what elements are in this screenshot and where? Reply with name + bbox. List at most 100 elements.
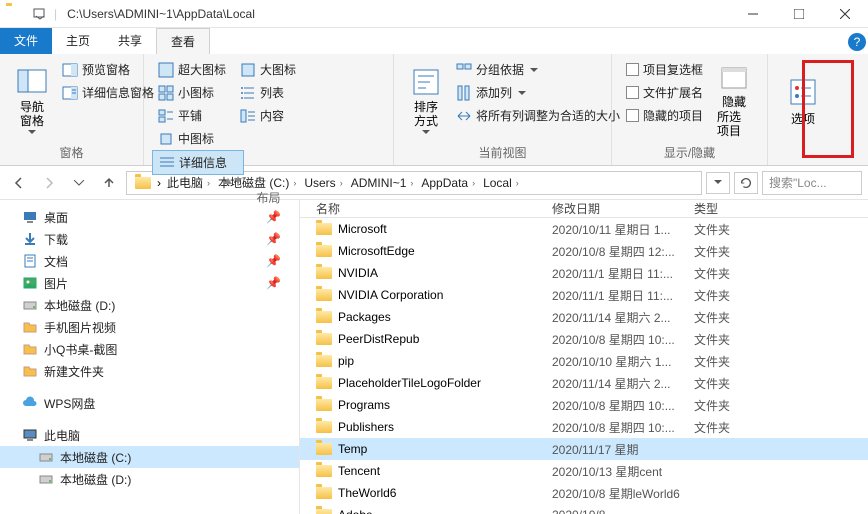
pic-icon xyxy=(22,275,38,291)
nav-quick-item[interactable]: 新建文件夹 xyxy=(0,360,299,382)
doc-icon xyxy=(22,253,38,269)
nav-pane-label: 导航窗格 xyxy=(16,100,48,129)
refresh-button[interactable] xyxy=(734,172,758,194)
layout-sm[interactable]: 小图标 xyxy=(152,81,234,104)
nav-pane-button[interactable]: 导航窗格 xyxy=(8,58,56,142)
groupby-button[interactable]: 分组依据 xyxy=(450,58,626,81)
file-row[interactable]: PlaceholderTileLogoFolder2020/11/14 星期六 … xyxy=(300,372,868,394)
chk-hidden[interactable]: 隐藏的项目 xyxy=(620,104,709,127)
tab-file[interactable]: 文件 xyxy=(0,28,52,54)
nav-quick-item[interactable]: 手机图片视频 xyxy=(0,316,299,338)
folder-icon xyxy=(135,177,151,189)
tab-home[interactable]: 主页 xyxy=(52,28,104,54)
group-label-currentview: 当前视图 xyxy=(402,142,603,163)
drive-icon xyxy=(38,449,54,465)
addcol-button[interactable]: 添加列 xyxy=(450,81,626,104)
nav-drive-item[interactable]: 本地磁盘 (C:) xyxy=(0,446,299,468)
chevron-right-icon[interactable]: › xyxy=(410,178,413,188)
file-row[interactable]: MicrosoftEdge2020/10/8 星期四 12:...文件夹 xyxy=(300,240,868,262)
column-headers[interactable]: 名称 修改日期 类型 xyxy=(300,200,868,218)
breadcrumb-item[interactable]: Local› xyxy=(479,174,523,191)
file-row[interactable]: Programs2020/10/8 星期四 10:...文件夹 xyxy=(300,394,868,416)
layout-scroll[interactable] xyxy=(152,175,244,187)
file-row[interactable]: Packages2020/11/14 星期六 2...文件夹 xyxy=(300,306,868,328)
navigation-pane[interactable]: 桌面📌下载📌文档📌图片📌本地磁盘 (D:)手机图片视频小Q书桌-截图新建文件夹 … xyxy=(0,200,300,514)
folder-icon xyxy=(316,399,332,411)
file-row[interactable]: Adobe2020/10/8 xyxy=(300,504,868,514)
nav-quick-item[interactable]: 文档📌 xyxy=(0,250,299,272)
layout-lg[interactable]: 大图标 xyxy=(234,58,302,81)
layout-tiles[interactable]: 平铺 xyxy=(152,104,234,127)
back-button[interactable] xyxy=(6,170,32,196)
sort-button[interactable]: 排序方式 xyxy=(402,58,450,142)
checkbox-icon xyxy=(626,63,639,76)
close-button[interactable] xyxy=(822,0,868,28)
folder-icon xyxy=(316,421,332,433)
group-label-panes: 窗格 xyxy=(8,142,135,163)
layout-content[interactable]: 内容 xyxy=(234,104,302,127)
recent-button[interactable] xyxy=(66,170,92,196)
maximize-button[interactable] xyxy=(776,0,822,28)
pc-icon xyxy=(22,427,38,443)
layout-detail[interactable]: 详细信息 xyxy=(152,150,244,175)
group-label-showhide: 显示/隐藏 xyxy=(620,142,759,163)
file-list: 名称 修改日期 类型 Microsoft2020/10/11 星期日 1...文… xyxy=(300,200,868,514)
qat-customize-icon[interactable] xyxy=(32,6,48,22)
chevron-right-icon[interactable]: › xyxy=(516,178,519,188)
nav-drive-item[interactable]: 本地磁盘 (D:) xyxy=(0,468,299,490)
nav-quick-item[interactable]: 小Q书桌-截图 xyxy=(0,338,299,360)
nav-quick-item[interactable]: 桌面📌 xyxy=(0,206,299,228)
layout-list[interactable]: 列表 xyxy=(234,81,302,104)
nav-quick-item[interactable]: 图片📌 xyxy=(0,272,299,294)
folder-icon xyxy=(316,289,332,301)
folder-icon xyxy=(316,311,332,323)
nav-thispc[interactable]: 此电脑 xyxy=(0,424,299,446)
file-row[interactable]: NVIDIA Corporation2020/11/1 星期日 11:...文件… xyxy=(300,284,868,306)
ribbon-group-layout: 超大图标 小图标 平铺 大图标 列表 内容 中图标 详细信息 布局 xyxy=(144,54,394,165)
minimize-button[interactable] xyxy=(730,0,776,28)
titlebar: | C:\Users\ADMINI~1\AppData\Local xyxy=(0,0,868,28)
options-button[interactable]: 选项 xyxy=(776,58,830,145)
col-date[interactable]: 修改日期 xyxy=(552,200,694,217)
pin-icon: 📌 xyxy=(266,210,281,224)
checkbox-icon xyxy=(626,109,639,122)
folder-icon xyxy=(22,341,38,357)
file-row[interactable]: Publishers2020/10/8 星期四 10:...文件夹 xyxy=(300,416,868,438)
folder-icon xyxy=(22,319,38,335)
checkbox-icon xyxy=(626,86,639,99)
download-icon xyxy=(22,231,38,247)
up-button[interactable] xyxy=(96,170,122,196)
file-row[interactable]: Microsoft2020/10/11 星期日 1...文件夹 xyxy=(300,218,868,240)
chk-extensions[interactable]: 文件扩展名 xyxy=(620,81,709,104)
file-row[interactable]: Tencent2020/10/13 星期cent xyxy=(300,460,868,482)
breadcrumb-item[interactable]: AppData› xyxy=(417,174,479,191)
content-area: 桌面📌下载📌文档📌图片📌本地磁盘 (D:)手机图片视频小Q书桌-截图新建文件夹 … xyxy=(0,200,868,514)
file-row[interactable]: pip2020/10/10 星期六 1...文件夹 xyxy=(300,350,868,372)
nav-wps[interactable]: WPS网盘 xyxy=(0,392,299,414)
hide-selected-button[interactable]: 隐藏 所选项目 xyxy=(709,58,759,142)
dropdown-button[interactable] xyxy=(706,172,730,194)
tab-view[interactable]: 查看 xyxy=(156,28,210,54)
drive-icon xyxy=(38,471,54,487)
folder-icon xyxy=(316,487,332,499)
file-row[interactable]: Temp2020/11/17 星期 xyxy=(300,438,868,460)
help-icon[interactable]: ? xyxy=(848,33,866,51)
col-type[interactable]: 类型 xyxy=(694,200,868,217)
forward-button[interactable] xyxy=(36,170,62,196)
file-row[interactable]: TheWorld62020/10/8 星期leWorld6 xyxy=(300,482,868,504)
nav-quick-item[interactable]: 本地磁盘 (D:) xyxy=(0,294,299,316)
folder-icon xyxy=(316,377,332,389)
file-row[interactable]: NVIDIA2020/11/1 星期日 11:...文件夹 xyxy=(300,262,868,284)
search-input[interactable]: 搜索"Loc... xyxy=(762,171,862,195)
nav-quick-item[interactable]: 下载📌 xyxy=(0,228,299,250)
tab-share[interactable]: 共享 xyxy=(104,28,156,54)
file-row[interactable]: PeerDistRepub2020/10/8 星期四 10:...文件夹 xyxy=(300,328,868,350)
folder-icon xyxy=(316,333,332,345)
fitcols-button[interactable]: 将所有列调整为合适的大小 xyxy=(450,104,626,127)
layout-md[interactable]: 中图标 xyxy=(152,127,244,150)
chk-checkboxes[interactable]: 项目复选框 xyxy=(620,58,709,81)
folder-icon xyxy=(316,465,332,477)
cloud-icon xyxy=(22,395,38,411)
chevron-right-icon[interactable]: › xyxy=(472,178,475,188)
layout-xl[interactable]: 超大图标 xyxy=(152,58,234,81)
